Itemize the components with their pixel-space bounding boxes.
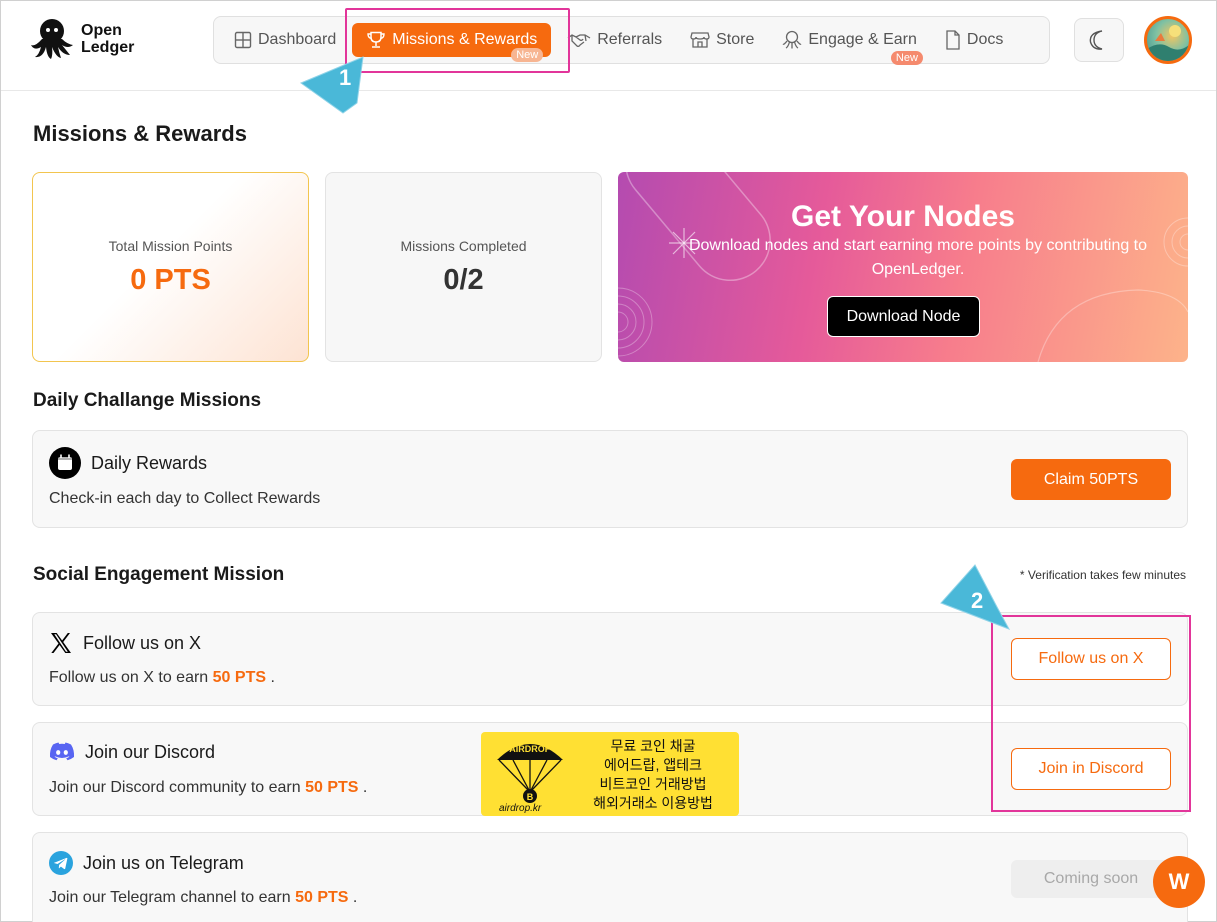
nav-engage-label: Engage & Earn bbox=[808, 31, 917, 48]
document-icon bbox=[946, 30, 960, 50]
grid-icon bbox=[234, 31, 252, 49]
daily-rewards-description: Check-in each day to Collect Rewards bbox=[49, 490, 321, 507]
nav-referrals[interactable]: Referrals bbox=[555, 23, 674, 57]
join-discord-header: Join our Discord bbox=[49, 741, 215, 763]
follow-x-header: Follow us on X bbox=[49, 631, 201, 655]
nav-dashboard[interactable]: Dashboard bbox=[222, 23, 348, 57]
airdrop-ad-banner[interactable]: AIRDROP B 무료 코인 채굴 에어드랍, 앱테크 비트코인 거래방법 해… bbox=[481, 732, 739, 816]
coming-soon-button: Coming soon bbox=[1011, 860, 1171, 898]
fab-label: W bbox=[1168, 869, 1190, 894]
missions-completed-card: Missions Completed 0/2 bbox=[325, 172, 602, 362]
follow-x-button[interactable]: Follow us on X bbox=[1011, 638, 1171, 680]
banner-title: Get Your Nodes bbox=[791, 200, 1015, 233]
user-avatar[interactable] bbox=[1144, 16, 1192, 64]
discord-icon bbox=[49, 741, 75, 763]
nav-docs-label: Docs bbox=[966, 31, 1004, 48]
ad-line: 비트코인 거래방법 bbox=[599, 776, 707, 792]
join-discord-desc-end: . bbox=[362, 779, 368, 796]
main-nav: Dashboard Missions & Rewards New Referra… bbox=[213, 16, 1050, 65]
join-telegram-desc-text: Join our Telegram channel to earn bbox=[49, 889, 291, 906]
claim-points-button[interactable]: Claim 50PTS bbox=[1011, 459, 1171, 500]
x-logo-icon bbox=[49, 631, 73, 655]
floating-action-button[interactable]: W bbox=[1153, 856, 1205, 908]
follow-x-title: Follow us on X bbox=[83, 632, 202, 653]
follow-x-desc-end: . bbox=[270, 669, 275, 686]
follow-x-description: Follow us on X to earn 50 PTS . bbox=[49, 669, 275, 687]
get-nodes-banner: Get Your Nodes Download nodes and start … bbox=[618, 172, 1188, 362]
join-telegram-description: Join our Telegram channel to earn 50 PTS… bbox=[49, 889, 357, 907]
nav-docs[interactable]: Docs bbox=[933, 23, 1015, 57]
total-points-card: Total Mission Points 0 PTS bbox=[32, 172, 309, 362]
join-telegram-header: Join us on Telegram bbox=[49, 851, 244, 875]
top-header: Open Ledger Dashboard Missions & Rewards… bbox=[1, 1, 1216, 91]
callout-label-2: 2 bbox=[971, 588, 983, 613]
missions-completed-value: 0/2 bbox=[443, 263, 484, 296]
social-missions-heading: Social Engagement Mission bbox=[33, 564, 285, 585]
theme-toggle-button[interactable] bbox=[1074, 18, 1124, 62]
nav-missions-rewards[interactable]: Missions & Rewards New bbox=[352, 23, 552, 62]
ad-text-block: 무료 코인 채굴 에어드랍, 앱테크 비트코인 거래방법 해외거래소 이용방법 bbox=[573, 737, 733, 813]
nav-missions-label: Missions & Rewards bbox=[392, 31, 538, 48]
new-badge: New bbox=[890, 51, 923, 65]
verification-note: * Verification takes few minutes bbox=[1019, 568, 1186, 582]
moon-icon bbox=[1089, 30, 1103, 50]
total-points-label: Total Mission Points bbox=[108, 237, 233, 254]
nav-engage-earn[interactable]: Engage & Earn New bbox=[770, 23, 929, 65]
handshake-icon bbox=[567, 34, 591, 47]
join-discord-button[interactable]: Join in Discord bbox=[1011, 748, 1171, 790]
brand-line-1: Open bbox=[81, 22, 122, 39]
octopus-logo-icon bbox=[31, 19, 73, 59]
join-discord-desc-text: Join our Discord community to earn bbox=[49, 779, 301, 796]
trophy-icon bbox=[367, 31, 385, 48]
missions-completed-label: Missions Completed bbox=[400, 237, 527, 254]
octopus-icon bbox=[782, 30, 802, 49]
ad-line: 무료 코인 채굴 bbox=[610, 738, 696, 754]
nav-referrals-label: Referrals bbox=[597, 31, 663, 48]
parachute-bitcoin-icon: AIRDROP B bbox=[497, 744, 563, 803]
ad-badge-text: AIRDROP bbox=[509, 744, 551, 754]
telegram-icon bbox=[49, 851, 73, 875]
nav-store-label: Store bbox=[716, 31, 755, 48]
brand-line-2: Ledger bbox=[81, 39, 135, 56]
join-discord-description: Join our Discord community to earn 50 PT… bbox=[49, 779, 367, 797]
daily-rewards-title: Daily Rewards bbox=[91, 452, 208, 473]
calendar-icon bbox=[49, 447, 81, 479]
follow-x-desc-text: Follow us on X to earn bbox=[49, 669, 209, 686]
page-title: Missions & Rewards bbox=[33, 121, 247, 146]
ad-site-tag: airdrop.kr bbox=[499, 803, 542, 814]
join-telegram-points: 50 PTS bbox=[295, 889, 349, 906]
join-telegram-title: Join us on Telegram bbox=[83, 852, 244, 873]
daily-missions-heading: Daily Challange Missions bbox=[33, 390, 262, 411]
ad-line: 해외거래소 이용방법 bbox=[593, 795, 713, 811]
follow-x-points: 50 PTS bbox=[212, 669, 267, 686]
nav-dashboard-label: Dashboard bbox=[258, 31, 337, 48]
total-points-value: 0 PTS bbox=[130, 263, 211, 296]
daily-rewards-card: Daily Rewards Check-in each day to Colle… bbox=[32, 430, 1188, 528]
openledger-logo[interactable]: Open Ledger bbox=[29, 17, 134, 61]
follow-x-card: Follow us on X Follow us on X to earn 50… bbox=[32, 612, 1188, 706]
join-discord-title: Join our Discord bbox=[85, 741, 216, 762]
avatar-illustration-icon bbox=[1147, 25, 1189, 61]
daily-rewards-header: Daily Rewards bbox=[49, 447, 207, 479]
join-discord-points: 50 PTS bbox=[305, 779, 359, 796]
join-telegram-card: Join us on Telegram Join our Telegram ch… bbox=[32, 832, 1188, 922]
store-icon bbox=[690, 32, 710, 48]
download-node-button[interactable]: Download Node bbox=[827, 296, 980, 337]
new-badge: New bbox=[511, 48, 544, 62]
banner-description: Download nodes and start earning more po… bbox=[688, 237, 1148, 278]
join-telegram-desc-end: . bbox=[352, 889, 358, 906]
ad-line: 에어드랍, 앱테크 bbox=[604, 757, 702, 773]
svg-text:B: B bbox=[527, 792, 534, 802]
nav-store[interactable]: Store bbox=[678, 23, 766, 57]
